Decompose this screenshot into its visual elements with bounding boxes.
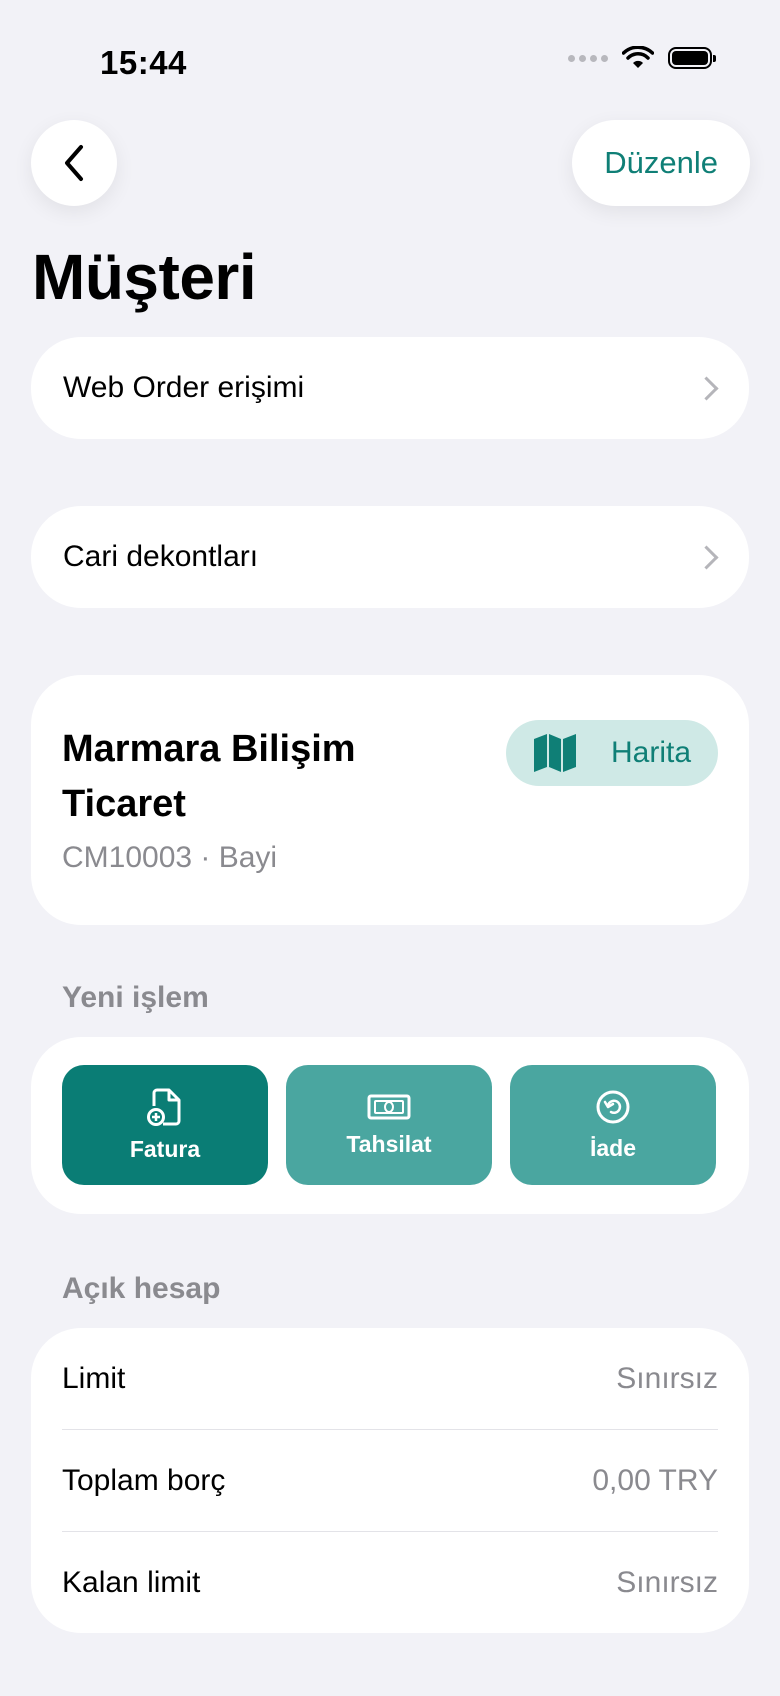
status-time: 15:44 xyxy=(100,44,187,81)
limit-value: Sınırsız xyxy=(616,1361,718,1395)
map-icon xyxy=(533,734,576,772)
return-icon xyxy=(596,1090,630,1123)
open-account-card: Limit Sınırsız Toplam borç 0,00 TRY Kala… xyxy=(31,1328,749,1633)
open-account-section-label: Açık hesap xyxy=(62,1272,221,1305)
account-statements-card[interactable]: Cari dekontları xyxy=(31,506,749,608)
chevron-left-icon xyxy=(65,145,83,181)
cellular-signal-icon xyxy=(568,54,608,62)
web-order-access-label: Web Order erişimi xyxy=(63,371,305,404)
page-title: Müşteri xyxy=(32,241,257,313)
remaining-limit-label: Kalan limit xyxy=(62,1565,201,1599)
web-order-access-row[interactable]: Web Order erişimi xyxy=(31,337,749,439)
cash-icon xyxy=(367,1094,411,1119)
wifi-icon xyxy=(622,46,654,68)
collection-label: Tahsilat xyxy=(346,1130,432,1157)
map-button[interactable]: Harita xyxy=(506,720,718,786)
return-button[interactable]: İade xyxy=(510,1065,716,1185)
collection-button[interactable]: Tahsilat xyxy=(286,1065,492,1185)
account-row-remaining-limit: Kalan limit Sınırsız xyxy=(62,1531,718,1633)
status-icons xyxy=(568,46,716,70)
account-statements-row[interactable]: Cari dekontları xyxy=(31,506,749,608)
total-debt-value: 0,00 TRY xyxy=(592,1463,718,1497)
customer-subtitle: CM10003 · Bayi xyxy=(62,841,278,874)
account-row-total-debt: Toplam borç 0,00 TRY xyxy=(62,1429,718,1531)
account-statements-label: Cari dekontları xyxy=(63,540,259,573)
chevron-right-icon xyxy=(694,375,719,401)
battery-icon xyxy=(668,47,716,69)
remaining-limit-value: Sınırsız xyxy=(616,1565,718,1599)
invoice-label: Fatura xyxy=(129,1135,201,1162)
add-document-icon xyxy=(147,1088,181,1126)
limit-label: Limit xyxy=(62,1361,126,1395)
account-row-limit: Limit Sınırsız xyxy=(62,1328,718,1429)
map-label: Harita xyxy=(610,736,692,769)
new-transaction-section-label: Yeni işlem xyxy=(62,981,209,1014)
customer-name: Marmara Bilişim Ticaret xyxy=(62,728,356,825)
chevron-right-icon xyxy=(694,544,719,570)
invoice-button[interactable]: Fatura xyxy=(62,1065,268,1185)
web-order-access-card[interactable]: Web Order erişimi xyxy=(31,337,749,439)
return-label: İade xyxy=(589,1134,637,1161)
edit-button[interactable]: Düzenle xyxy=(572,120,750,206)
total-debt-label: Toplam borç xyxy=(62,1463,226,1497)
back-button[interactable] xyxy=(31,120,117,206)
